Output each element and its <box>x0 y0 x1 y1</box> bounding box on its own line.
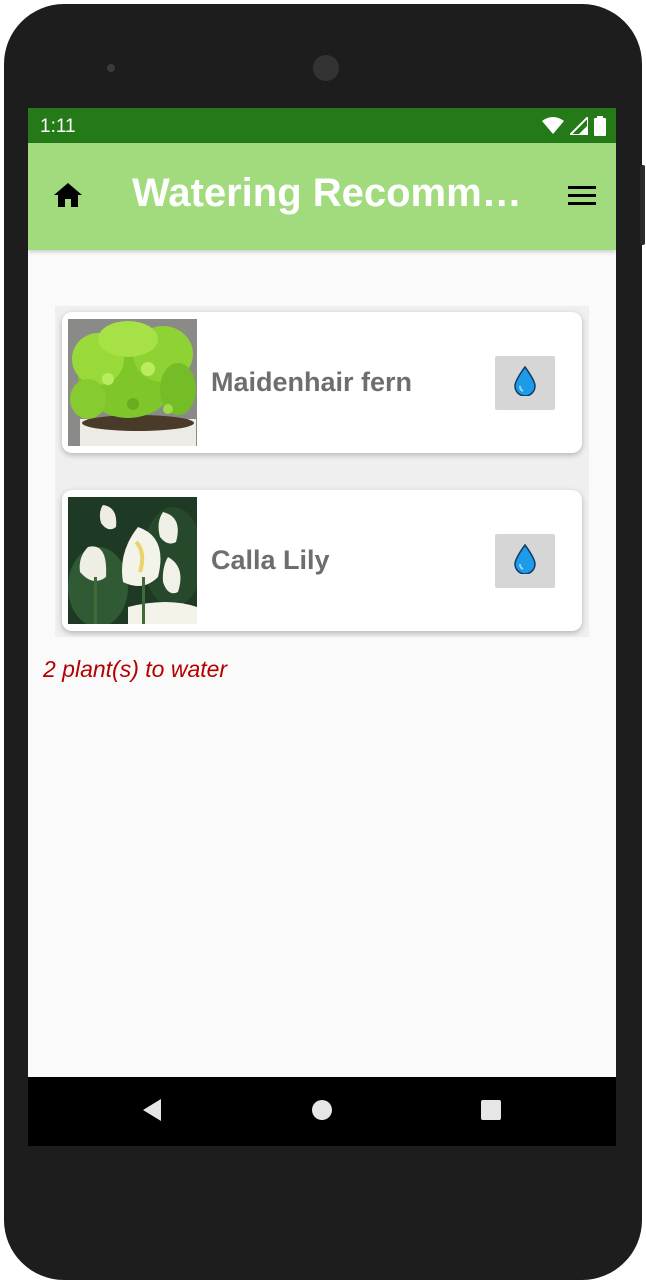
wifi-icon <box>542 117 564 135</box>
signal-icon <box>570 117 588 135</box>
status-icons <box>542 116 606 136</box>
page-title: Watering Recomm… <box>132 171 522 215</box>
calla-lily-photo <box>68 497 197 624</box>
menu-button[interactable] <box>564 179 600 215</box>
water-button[interactable] <box>495 356 555 410</box>
system-nav-bar <box>28 1077 616 1146</box>
side-button <box>640 165 645 245</box>
water-drop-icon <box>514 543 536 579</box>
plant-name: Maidenhair fern <box>211 367 413 397</box>
app-bar: Watering Recomm… <box>28 143 616 250</box>
back-button[interactable] <box>137 1097 167 1127</box>
back-icon <box>141 1098 163 1127</box>
water-drop-icon <box>514 365 536 401</box>
maidenhair-fern-photo <box>68 319 197 446</box>
recents-button[interactable] <box>476 1097 506 1127</box>
home-circle-icon <box>310 1098 334 1127</box>
plant-name: Calla Lily <box>211 545 330 575</box>
water-button[interactable] <box>495 534 555 588</box>
plants-to-water-summary: 2 plant(s) to water <box>43 656 228 682</box>
app-screen: 1:11 Watering Recomm… Maidenhair fern Ca… <box>28 108 616 1146</box>
home-nav-button[interactable] <box>307 1097 337 1127</box>
front-camera <box>313 55 339 81</box>
status-time: 1:11 <box>40 116 76 137</box>
speaker-dot <box>107 64 115 72</box>
battery-icon <box>594 116 606 136</box>
recents-icon <box>480 1099 502 1126</box>
home-button[interactable] <box>50 179 86 215</box>
plant-card[interactable]: Calla Lily <box>62 490 582 631</box>
plant-card[interactable]: Maidenhair fern <box>62 312 582 453</box>
plant-list: Maidenhair fern Calla Lily <box>55 306 589 637</box>
menu-icon <box>568 184 596 211</box>
status-bar: 1:11 <box>28 108 616 143</box>
home-icon <box>53 182 83 213</box>
